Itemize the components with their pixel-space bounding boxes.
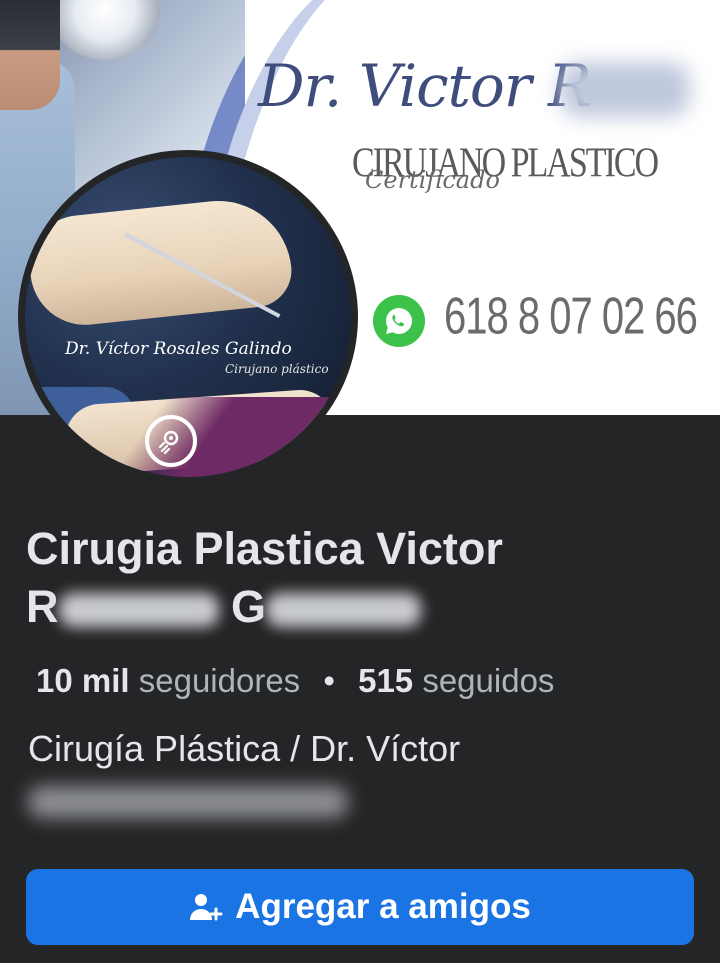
add-friend-icon [190,894,223,921]
add-friend-button[interactable]: Agregar a amigos [26,869,694,945]
page-title: Cirugia Plastica Victor R G [26,520,706,636]
profile-picture[interactable]: Dr. Víctor Rosales Galindo Cirujano plás… [18,150,358,484]
professional-mode-icon [145,415,197,467]
page-title-line1: Cirugia Plastica Victor [26,523,503,574]
followers-label[interactable]: seguidores [139,662,300,699]
category-redaction [28,786,348,818]
surgical-lamp [50,0,160,60]
follow-stats: 10 mil seguidores • 515 seguidos [36,662,554,700]
page-category: Cirugía Plástica / Dr. Víctor [28,728,461,769]
gloved-hand [25,193,296,331]
cover-subtitle: Certificado [365,166,500,194]
surgeon-head [0,0,60,110]
avatar-subcaption: Cirujano plástico [225,362,329,376]
page-title-initial-1: R [26,581,59,632]
whatsapp-icon [373,295,425,347]
avatar-caption: Dr. Víctor Rosales Galindo [65,339,292,359]
cover-name-redaction [560,62,690,117]
following-label[interactable]: seguidos [422,662,554,699]
stats-separator: • [323,662,335,699]
name-redaction-2 [266,593,422,628]
followers-count[interactable]: 10 mil [36,662,130,699]
cover-phone-number: 618 8 07 02 66 [444,288,698,346]
name-redaction-1 [58,593,219,628]
following-count[interactable]: 515 [358,662,413,699]
page-title-initial-2: G [231,581,267,632]
add-friend-label: Agregar a amigos [235,887,531,926]
cover-doctor-name: Dr. Victor R [258,52,592,120]
